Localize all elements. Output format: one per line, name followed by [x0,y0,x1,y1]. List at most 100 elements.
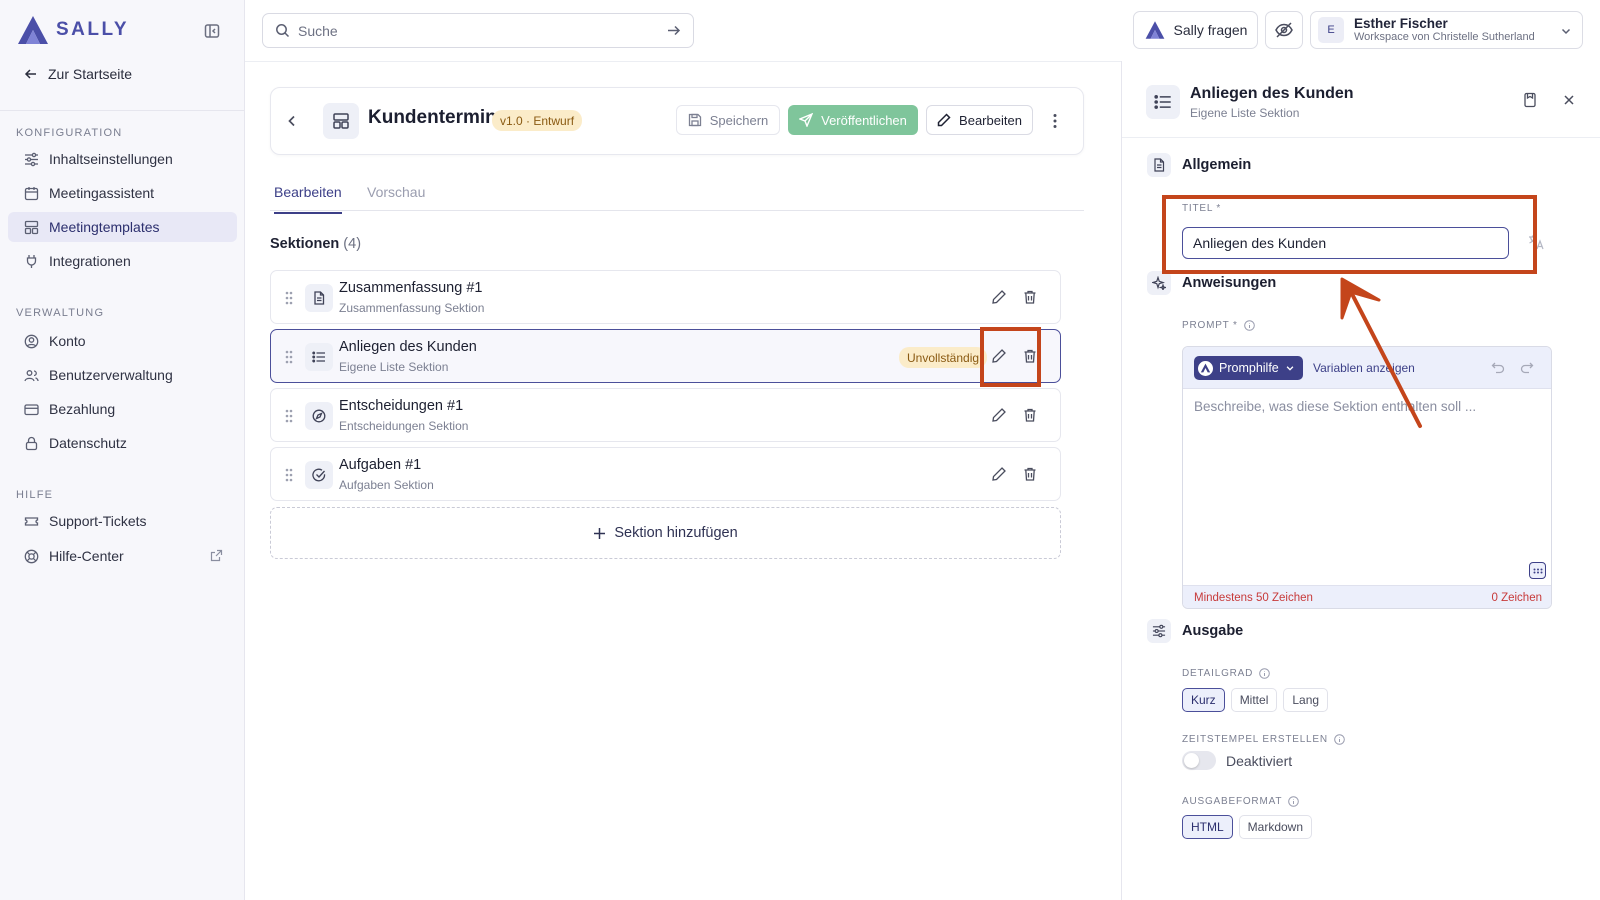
sidebar-item-integrationen[interactable]: Integrationen [8,246,237,276]
sally-logo-icon [18,16,48,44]
add-section-button[interactable]: Sektion hinzufügen [270,507,1061,559]
search-bar[interactable] [262,13,694,48]
pencil-icon[interactable] [991,348,1009,366]
lock-icon [24,436,39,451]
sliders-icon [24,152,39,167]
detail-option-kurz[interactable]: Kurz [1182,688,1225,712]
group-title-output: Ausgabe [1182,623,1244,639]
sidebar-item-inhaltseinstellungen[interactable]: Inhaltseinstellungen [8,144,237,174]
undo-icon[interactable] [1491,361,1505,375]
tab-preview[interactable]: Vorschau [367,184,425,200]
detail-label-row: DETAILGRAD [1182,668,1270,679]
prompt-footer: Mindestens 50 Zeichen 0 Zeichen [1183,585,1551,608]
detail-option-lang[interactable]: Lang [1283,688,1329,712]
pencil-icon[interactable] [991,407,1009,425]
sections-heading: Sektionen (4) [270,236,361,252]
title-input[interactable] [1182,227,1509,259]
ask-sally-button[interactable]: Sally fragen [1133,11,1258,49]
collapse-sidebar-icon[interactable] [203,22,221,40]
publish-button[interactable]: Veröffentlichen [788,105,918,135]
eye-off-icon [1275,22,1293,38]
drag-handle-icon[interactable] [283,408,295,424]
sidebar-item-label: Hilfe-Center [49,548,124,564]
list-icon [305,343,333,371]
status-badge: v1.0 · Entwurf [492,110,583,131]
sidebar-item-datenschutz[interactable]: Datenschutz [8,428,237,458]
trash-icon[interactable] [1022,348,1040,366]
section-name: Entscheidungen #1 [339,398,464,414]
avatar: E [1318,17,1344,43]
prompt-label-row: PROMPT * [1182,320,1255,331]
drag-handle-icon[interactable] [283,467,295,483]
sidebar-item-meetingtemplates[interactable]: Meetingtemplates [8,212,237,242]
show-variables-link[interactable]: Variablen anzeigen [1313,361,1415,375]
edit-button[interactable]: Bearbeiten [926,105,1033,135]
credit-card-icon [24,402,39,417]
save-label: Speichern [709,112,769,128]
prompt-textarea[interactable] [1183,389,1551,585]
trash-icon[interactable] [1022,289,1040,307]
section-type: Entscheidungen Sektion [339,419,469,433]
detail-option-mittel[interactable]: Mittel [1230,688,1278,712]
grid-dots-icon[interactable] [1529,562,1546,579]
sidebar-item-support-tickets[interactable]: Support-Tickets [8,506,237,536]
calendar-icon [24,186,39,201]
prompt-help-dropdown[interactable]: Promphilfe [1194,356,1303,380]
pencil-icon[interactable] [991,289,1009,307]
section-row[interactable]: Aufgaben #1 Aufgaben Sektion [270,447,1061,501]
logo-text: SALLY [56,19,130,40]
bookmark-icon[interactable] [1522,92,1538,108]
info-icon[interactable] [1243,320,1255,331]
tab-edit[interactable]: Bearbeiten [274,184,342,214]
detail-label: DETAILGRAD [1182,668,1254,679]
sidebar-item-konto[interactable]: Konto [8,326,237,356]
drag-handle-icon[interactable] [283,290,295,306]
section-row[interactable]: Zusammenfassung #1 Zusammenfassung Sekti… [270,270,1061,324]
arrow-right-icon[interactable] [666,23,681,38]
format-option-markdown[interactable]: Markdown [1238,815,1313,839]
format-option-html[interactable]: HTML [1182,815,1233,839]
list-icon [1146,85,1180,119]
home-link[interactable]: Zur Startseite [24,66,132,82]
section-row-selected[interactable]: Anliegen des Kunden Eigene Liste Sektion… [270,329,1061,383]
more-options-button[interactable] [1044,108,1066,134]
sidebar-section-title: VERWALTUNG [16,307,105,319]
close-icon[interactable] [1561,92,1577,108]
translate-icon[interactable] [1527,233,1545,251]
timestamps-toggle[interactable] [1182,751,1216,770]
back-button[interactable] [281,110,303,132]
redo-icon[interactable] [1520,361,1534,375]
trash-icon[interactable] [1022,407,1040,425]
floppy-icon [688,113,701,127]
sally-logo-icon [1145,21,1164,39]
drag-handle-icon[interactable] [283,349,295,365]
sidebar-item-benutzerverwaltung[interactable]: Benutzerverwaltung [8,360,237,390]
pencil-icon[interactable] [991,466,1009,484]
hide-toggle-button[interactable] [1265,11,1303,49]
panel-title: Anliegen des Kunden [1190,85,1354,102]
save-button[interactable]: Speichern [676,105,780,135]
trash-icon[interactable] [1022,466,1040,484]
sidebar-item-meetingassistent[interactable]: Meetingassistent [8,178,237,208]
sidebar-item-bezahlung[interactable]: Bezahlung [8,394,237,424]
detail-selector: Kurz Mittel Lang [1182,688,1329,712]
logo[interactable]: SALLY [16,14,129,46]
section-type: Aufgaben Sektion [339,478,434,492]
prompt-editor: Promphilfe Variablen anzeigen Mindestens… [1182,346,1552,609]
info-icon[interactable] [1259,668,1270,679]
incomplete-badge: Unvollständig [899,347,988,368]
info-icon[interactable] [1288,796,1300,807]
sidebar-item-hilfe-center[interactable]: Hilfe-Center [8,541,237,571]
sparkles-icon [1147,271,1171,295]
document-icon [1147,153,1171,177]
section-name: Anliegen des Kunden [339,339,477,355]
sidebar-item-label: Inhaltseinstellungen [49,151,173,167]
sidebar-section-title: HILFE [16,489,54,501]
search-input[interactable] [298,22,658,39]
section-type: Eigene Liste Sektion [339,360,449,374]
user-menu[interactable]: E Esther Fischer Workspace von Christell… [1310,11,1583,49]
section-row[interactable]: Entscheidungen #1 Entscheidungen Sektion [270,388,1061,442]
info-icon[interactable] [1334,734,1345,745]
min-chars-hint: Mindestens 50 Zeichen [1194,592,1313,604]
edit-label: Bearbeiten [959,112,1022,128]
